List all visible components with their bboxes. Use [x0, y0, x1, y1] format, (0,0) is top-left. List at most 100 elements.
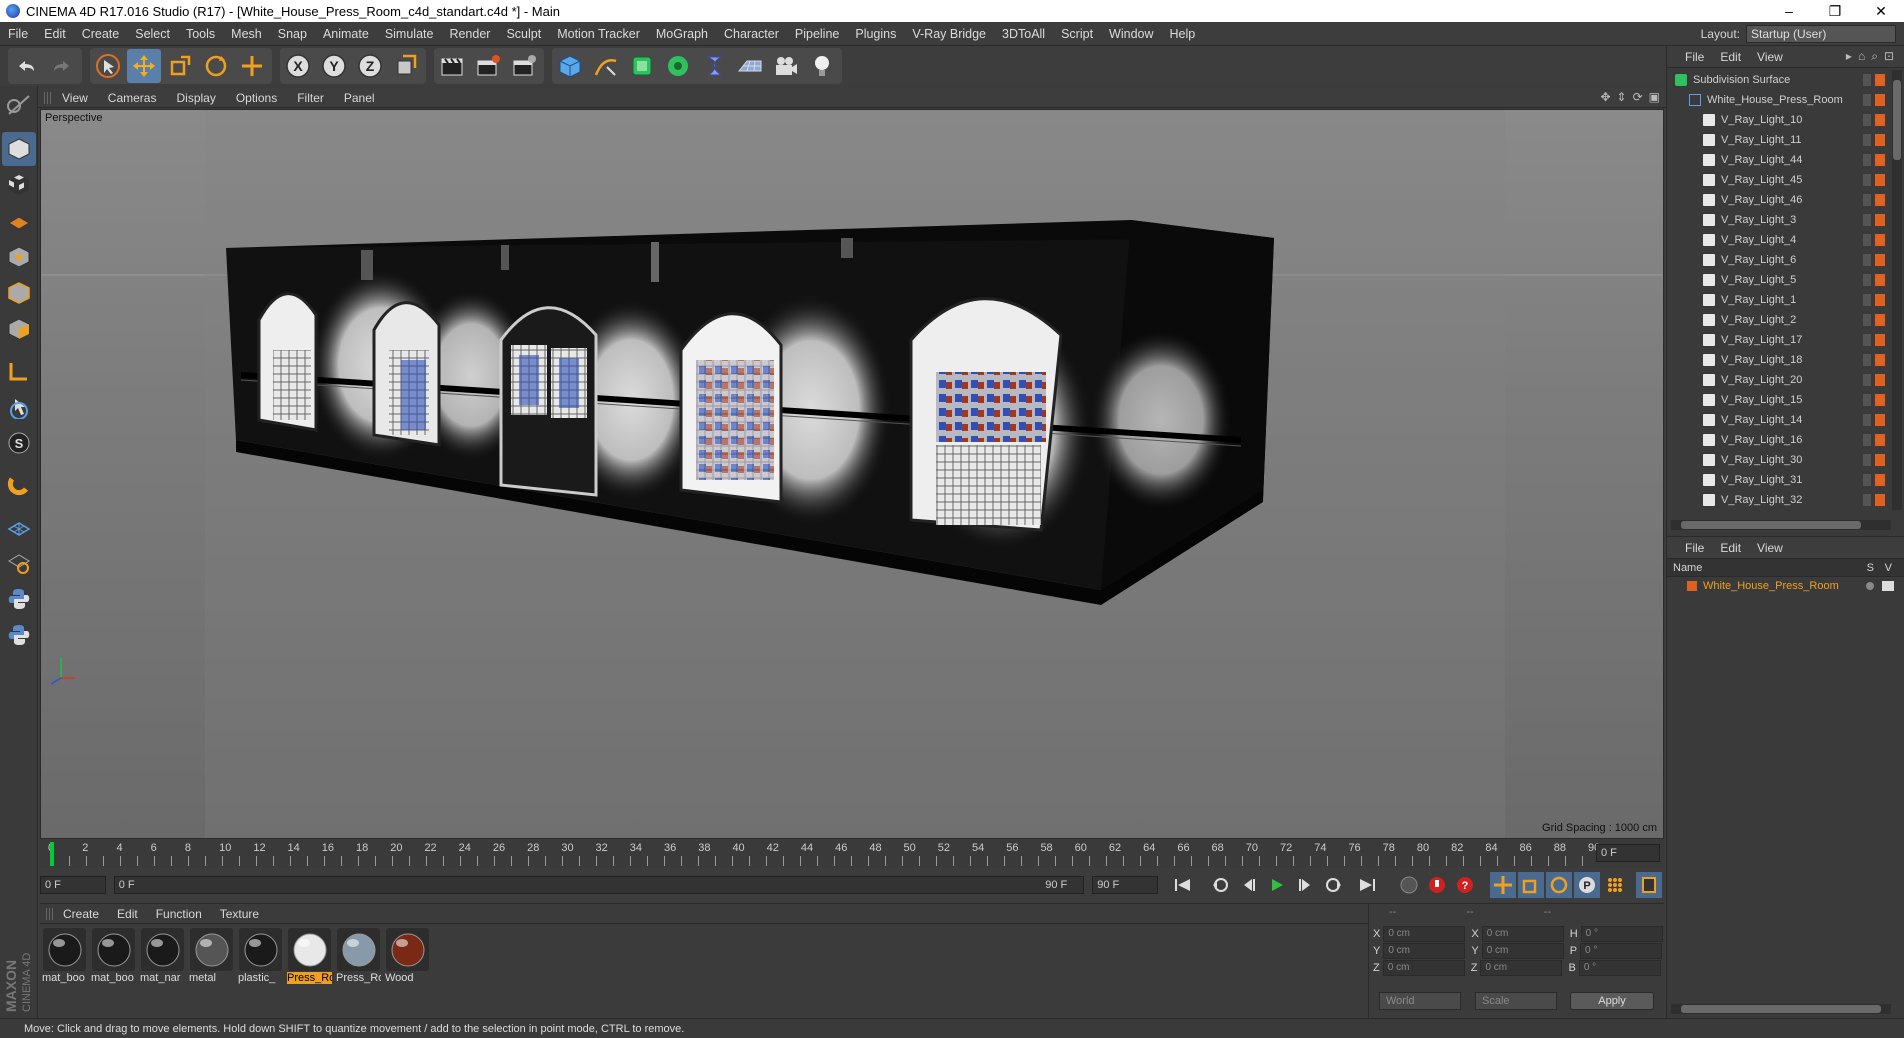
object-row[interactable]: V_Ray_Light_15 — [1667, 390, 1893, 410]
visibility-dots[interactable] — [1863, 354, 1871, 366]
viewport-menu-options[interactable]: Options — [226, 91, 287, 105]
object-row[interactable]: V_Ray_Light_44 — [1667, 150, 1893, 170]
coordinate-system-icon[interactable] — [389, 49, 423, 83]
object-scrollbar-vertical[interactable] — [1892, 70, 1902, 510]
menu-tools[interactable]: Tools — [178, 27, 223, 41]
panel-grip-icon[interactable] — [46, 907, 54, 920]
menu-3dtoall[interactable]: 3DToAll — [994, 27, 1053, 41]
visibility-dots[interactable] — [1863, 134, 1871, 146]
search-icon[interactable]: ⌕ — [1871, 49, 1878, 64]
cube-primitive-icon[interactable] — [553, 49, 587, 83]
material-item[interactable]: mat_boo — [42, 928, 87, 984]
material-item[interactable]: Wood — [385, 928, 430, 984]
maximize-button[interactable]: ❐ — [1812, 0, 1858, 22]
rotate-tool-icon[interactable] — [199, 49, 233, 83]
visibility-dots[interactable] — [1863, 334, 1871, 346]
model-mode-icon[interactable] — [2, 132, 36, 166]
close-button[interactable]: ✕ — [1858, 0, 1904, 22]
layer-scrollbar-horizontal[interactable] — [1671, 1004, 1891, 1014]
axis-mode-icon[interactable] — [2, 354, 36, 388]
next-frame-icon[interactable] — [1292, 872, 1318, 898]
minimize-button[interactable]: – — [1766, 0, 1812, 22]
object-row[interactable]: V_Ray_Light_10 — [1667, 110, 1893, 130]
go-to-start-icon[interactable] — [1170, 872, 1196, 898]
object-menu-edit[interactable]: Edit — [1712, 50, 1749, 64]
menu-motion-tracker[interactable]: Motion Tracker — [549, 27, 648, 41]
key-position-icon[interactable] — [1490, 872, 1516, 898]
visibility-dots[interactable] — [1863, 434, 1871, 446]
light-icon[interactable] — [805, 49, 839, 83]
magnet-icon[interactable] — [2, 468, 36, 502]
texture-mode-icon[interactable] — [2, 168, 36, 202]
play-forward-icon[interactable] — [1264, 872, 1290, 898]
coordinate-field[interactable]: 0 cm — [1383, 943, 1466, 959]
object-row[interactable]: V_Ray_Light_1 — [1667, 290, 1893, 310]
layer-menu-view[interactable]: View — [1749, 541, 1791, 555]
autokey-icon[interactable]: ? — [1452, 872, 1478, 898]
camera-icon[interactable] — [769, 49, 803, 83]
key-parameter-icon[interactable]: P — [1574, 872, 1600, 898]
object-row[interactable]: V_Ray_Light_30 — [1667, 450, 1893, 470]
object-row[interactable]: V_Ray_Light_45 — [1667, 170, 1893, 190]
visibility-toggle-icon[interactable] — [1882, 581, 1894, 591]
object-row[interactable]: V_Ray_Light_5 — [1667, 270, 1893, 290]
start-frame-field[interactable]: 0 F — [40, 876, 106, 894]
menu-sculpt[interactable]: Sculpt — [498, 27, 549, 41]
scroll-thumb[interactable] — [1681, 1005, 1881, 1013]
menu-help[interactable]: Help — [1162, 27, 1204, 41]
timeline-window-icon[interactable] — [1636, 872, 1662, 898]
coordinate-field[interactable]: 0 cm — [1480, 960, 1563, 976]
python-script-icon[interactable] — [2, 582, 36, 616]
expand-arrow-icon[interactable]: ▸ — [1846, 49, 1852, 64]
snap-icon[interactable]: S — [2, 426, 36, 460]
make-editable-icon[interactable] — [2, 88, 36, 122]
object-row[interactable]: V_Ray_Light_46 — [1667, 190, 1893, 210]
coordinate-field[interactable]: 0 ° — [1580, 943, 1663, 959]
locked-workplane-icon[interactable] — [2, 546, 36, 580]
current-frame-field[interactable]: 0 F — [1596, 844, 1660, 862]
material-menu-texture[interactable]: Texture — [211, 907, 268, 921]
visibility-dots[interactable] — [1863, 374, 1871, 386]
python-console-icon[interactable] — [2, 618, 36, 652]
home-icon[interactable]: ⌂ — [1858, 49, 1865, 64]
perspective-viewport[interactable]: Perspective Grid Spacing: 1000 cm — [40, 109, 1664, 839]
tweak-mode-icon[interactable] — [2, 390, 36, 424]
object-row[interactable]: V_Ray_Light_18 — [1667, 350, 1893, 370]
key-pla-icon[interactable] — [1602, 872, 1628, 898]
undo-icon[interactable] — [9, 49, 43, 83]
render-view-icon[interactable] — [435, 49, 469, 83]
object-row[interactable]: V_Ray_Light_3 — [1667, 210, 1893, 230]
object-scrollbar-horizontal[interactable] — [1671, 520, 1891, 530]
layer-row[interactable]: White_House_Press_Room — [1667, 577, 1904, 595]
visibility-dots[interactable] — [1863, 274, 1871, 286]
menu-mograph[interactable]: MoGraph — [648, 27, 716, 41]
visibility-dots[interactable] — [1863, 454, 1871, 466]
object-menu-file[interactable]: File — [1677, 50, 1712, 64]
coordinate-field[interactable]: 0 cm — [1481, 943, 1564, 959]
material-item[interactable]: metal — [189, 928, 234, 984]
menu-render[interactable]: Render — [441, 27, 498, 41]
visibility-dots[interactable] — [1863, 474, 1871, 486]
viewport-menu-filter[interactable]: Filter — [287, 91, 334, 105]
subdivision-surface-icon[interactable] — [625, 49, 659, 83]
object-row[interactable]: V_Ray_Light_32 — [1667, 490, 1893, 510]
visibility-dots[interactable] — [1863, 314, 1871, 326]
material-item[interactable]: Press_Ro — [287, 928, 332, 984]
go-to-end-icon[interactable] — [1354, 872, 1380, 898]
menu-character[interactable]: Character — [716, 27, 787, 41]
playhead[interactable] — [50, 842, 54, 866]
coordinate-field[interactable]: 0 cm — [1383, 926, 1466, 942]
visibility-dots[interactable] — [1863, 294, 1871, 306]
menu-file[interactable]: File — [0, 27, 36, 41]
menu-window[interactable]: Window — [1101, 27, 1161, 41]
visibility-dots[interactable] — [1863, 394, 1871, 406]
deformer-icon[interactable] — [697, 49, 731, 83]
menu-plugins[interactable]: Plugins — [847, 27, 904, 41]
object-row[interactable]: V_Ray_Light_16 — [1667, 430, 1893, 450]
apply-button[interactable]: Apply — [1570, 992, 1654, 1010]
menu-simulate[interactable]: Simulate — [377, 27, 442, 41]
viewport-menu-cameras[interactable]: Cameras — [98, 91, 167, 105]
render-settings-icon[interactable] — [507, 49, 541, 83]
menu-select[interactable]: Select — [127, 27, 178, 41]
workplane-mode-icon[interactable] — [2, 204, 36, 238]
